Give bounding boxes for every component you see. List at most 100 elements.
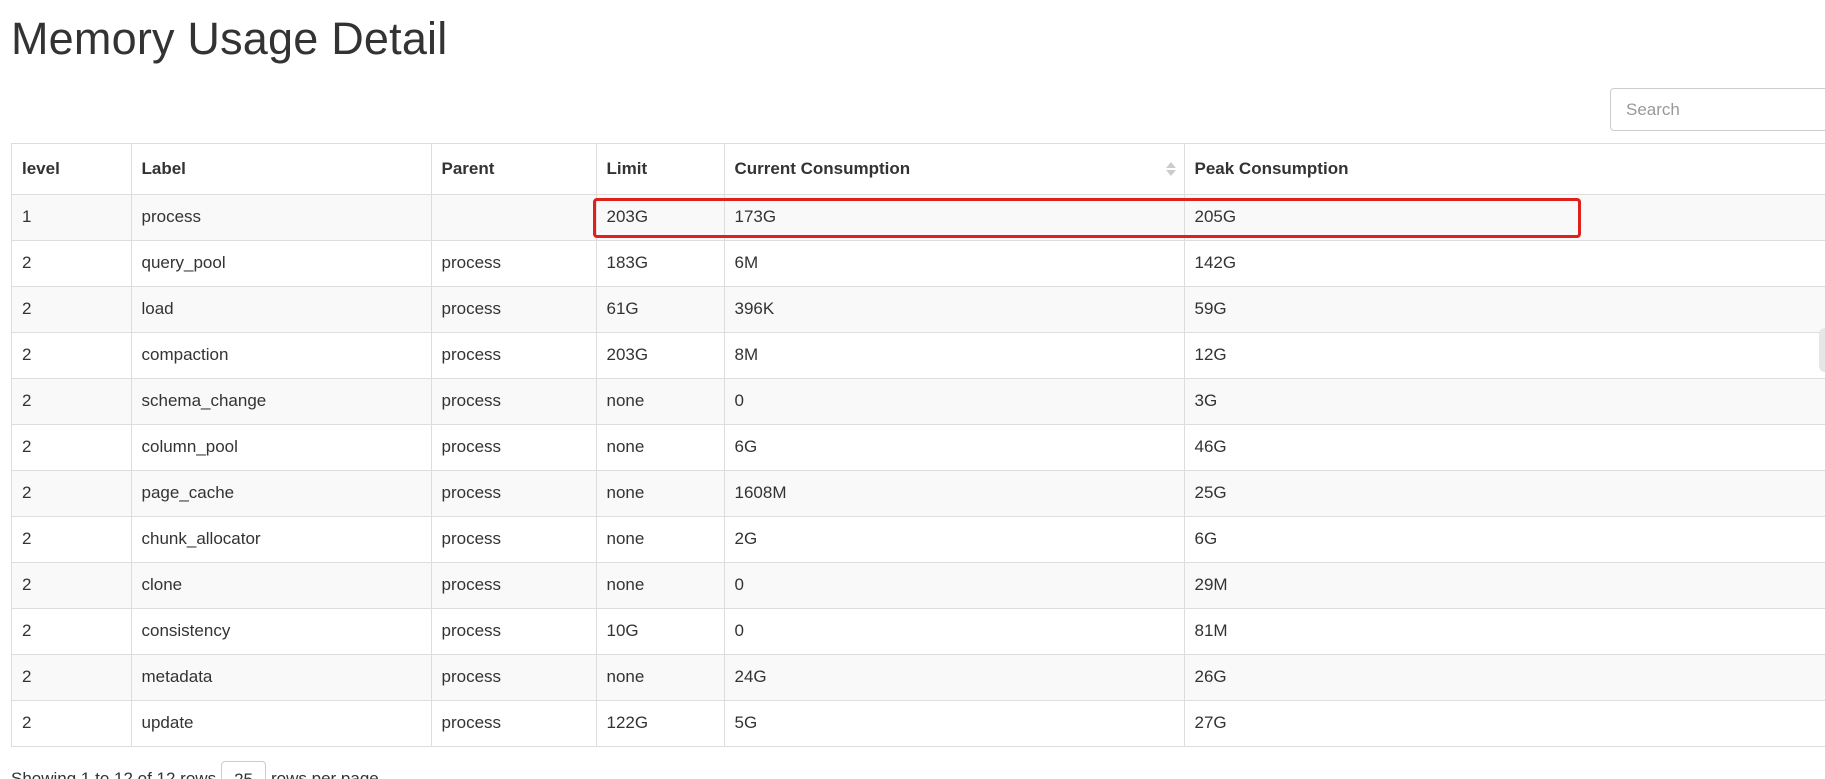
cell-peak-consumption: 46G bbox=[1184, 424, 1825, 471]
cell-limit: none bbox=[596, 378, 725, 425]
table-row: 2 clone process none 0 29M bbox=[12, 562, 1825, 609]
column-header-parent[interactable]: Parent bbox=[431, 144, 597, 195]
cell-label: consistency bbox=[131, 608, 432, 655]
cell-label: query_pool bbox=[131, 240, 432, 287]
cell-limit: 183G bbox=[596, 240, 725, 287]
column-header-current-consumption-label: Current Consumption bbox=[734, 158, 911, 178]
cell-limit: 122G bbox=[596, 700, 725, 746]
cell-peak-consumption: 25G bbox=[1184, 470, 1825, 517]
cell-peak-consumption: 29M bbox=[1184, 562, 1825, 609]
cell-level: 2 bbox=[12, 700, 132, 746]
cell-level: 2 bbox=[12, 332, 132, 379]
cell-parent: process bbox=[431, 286, 597, 333]
cell-level: 2 bbox=[12, 286, 132, 333]
search-container bbox=[1610, 88, 1825, 131]
table-body: 1 process 203G 173G 205G 2 query_pool process 18… bbox=[12, 194, 1825, 746]
cell-parent: process bbox=[431, 470, 597, 517]
cell-current-consumption: 8M bbox=[724, 332, 1185, 379]
table-row: 2 chunk_allocator process none 2G 6G bbox=[12, 516, 1825, 563]
cell-parent: process bbox=[431, 700, 597, 746]
page: Memory Usage Detail level Label Parent L… bbox=[0, 0, 1825, 779]
cell-peak-consumption: 12G bbox=[1184, 332, 1825, 379]
cell-peak-consumption: 81M bbox=[1184, 608, 1825, 655]
table-row: 2 load process 61G 396K 59G bbox=[12, 286, 1825, 333]
table-row: 2 schema_change process none 0 3G bbox=[12, 378, 1825, 425]
cell-current-consumption: 24G bbox=[724, 654, 1185, 701]
cell-parent: process bbox=[431, 562, 597, 609]
cell-limit: 203G bbox=[596, 332, 725, 379]
column-header-limit[interactable]: Limit bbox=[596, 144, 725, 195]
cell-current-consumption: 5G bbox=[724, 700, 1185, 746]
page-title: Memory Usage Detail bbox=[11, 13, 448, 64]
cell-label: compaction bbox=[131, 332, 432, 379]
cell-parent: process bbox=[431, 424, 597, 471]
table-row: 2 update process 122G 5G 27G bbox=[12, 700, 1825, 746]
cell-current-consumption: 0 bbox=[724, 562, 1185, 609]
rows-per-page-label: rows per page bbox=[271, 769, 379, 779]
table-row: 1 process 203G 173G 205G bbox=[12, 194, 1825, 241]
cell-level: 2 bbox=[12, 562, 132, 609]
cell-parent: process bbox=[431, 332, 597, 379]
cell-peak-consumption: 26G bbox=[1184, 654, 1825, 701]
cell-peak-consumption: 27G bbox=[1184, 700, 1825, 746]
column-header-level[interactable]: level bbox=[12, 144, 132, 195]
table-row: 2 page_cache process none 1608M 25G bbox=[12, 470, 1825, 517]
cell-label: clone bbox=[131, 562, 432, 609]
pagination-info: Showing 1 to 12 of 12 rows bbox=[11, 769, 217, 779]
cell-level: 2 bbox=[12, 240, 132, 287]
table-row: 2 compaction process 203G 8M 12G bbox=[12, 332, 1825, 379]
cell-peak-consumption: 205G bbox=[1184, 194, 1825, 241]
table-header-row: level Label Parent Limit Current Consump… bbox=[12, 144, 1825, 195]
column-header-peak-consumption[interactable]: Peak Consumption bbox=[1184, 144, 1825, 195]
column-header-label[interactable]: Label bbox=[131, 144, 432, 195]
cell-current-consumption: 173G bbox=[724, 194, 1185, 241]
memory-table: level Label Parent Limit Current Consump… bbox=[12, 144, 1825, 746]
table-row: 2 column_pool process none 6G 46G bbox=[12, 424, 1825, 471]
cell-parent: process bbox=[431, 516, 597, 563]
pagination-footer: Showing 1 to 12 of 12 rows 25 rows per p… bbox=[11, 761, 379, 779]
memory-table-container: level Label Parent Limit Current Consump… bbox=[11, 143, 1825, 747]
cell-parent bbox=[431, 194, 597, 241]
cell-level: 2 bbox=[12, 654, 132, 701]
cell-parent: process bbox=[431, 240, 597, 287]
cell-peak-consumption: 142G bbox=[1184, 240, 1825, 287]
cell-peak-consumption: 59G bbox=[1184, 286, 1825, 333]
cell-label: process bbox=[131, 194, 432, 241]
cell-label: chunk_allocator bbox=[131, 516, 432, 563]
table-row: 2 consistency process 10G 0 81M bbox=[12, 608, 1825, 655]
cell-current-consumption: 396K bbox=[724, 286, 1185, 333]
cell-label: metadata bbox=[131, 654, 432, 701]
cell-current-consumption: 0 bbox=[724, 608, 1185, 655]
cell-label: column_pool bbox=[131, 424, 432, 471]
cell-limit: 203G bbox=[596, 194, 725, 241]
cell-level: 2 bbox=[12, 378, 132, 425]
cell-label: update bbox=[131, 700, 432, 746]
cell-parent: process bbox=[431, 608, 597, 655]
page-size-select[interactable]: 25 bbox=[221, 761, 266, 779]
cell-current-consumption: 2G bbox=[724, 516, 1185, 563]
cell-limit: none bbox=[596, 470, 725, 517]
cell-parent: process bbox=[431, 378, 597, 425]
cell-level: 2 bbox=[12, 516, 132, 563]
cell-level: 2 bbox=[12, 608, 132, 655]
table-row: 2 metadata process none 24G 26G bbox=[12, 654, 1825, 701]
cell-level: 2 bbox=[12, 424, 132, 471]
scrollbar-handle[interactable] bbox=[1819, 328, 1825, 372]
search-input[interactable] bbox=[1610, 88, 1825, 131]
cell-parent: process bbox=[431, 654, 597, 701]
cell-limit: 10G bbox=[596, 608, 725, 655]
cell-level: 2 bbox=[12, 470, 132, 517]
table-row: 2 query_pool process 183G 6M 142G bbox=[12, 240, 1825, 287]
sort-icon[interactable] bbox=[1165, 161, 1176, 177]
cell-current-consumption: 1608M bbox=[724, 470, 1185, 517]
column-header-current-consumption[interactable]: Current Consumption bbox=[724, 144, 1185, 195]
cell-current-consumption: 6G bbox=[724, 424, 1185, 471]
cell-limit: none bbox=[596, 516, 725, 563]
cell-level: 1 bbox=[12, 194, 132, 241]
cell-limit: 61G bbox=[596, 286, 725, 333]
cell-label: schema_change bbox=[131, 378, 432, 425]
cell-limit: none bbox=[596, 654, 725, 701]
cell-current-consumption: 6M bbox=[724, 240, 1185, 287]
cell-limit: none bbox=[596, 424, 725, 471]
cell-peak-consumption: 6G bbox=[1184, 516, 1825, 563]
